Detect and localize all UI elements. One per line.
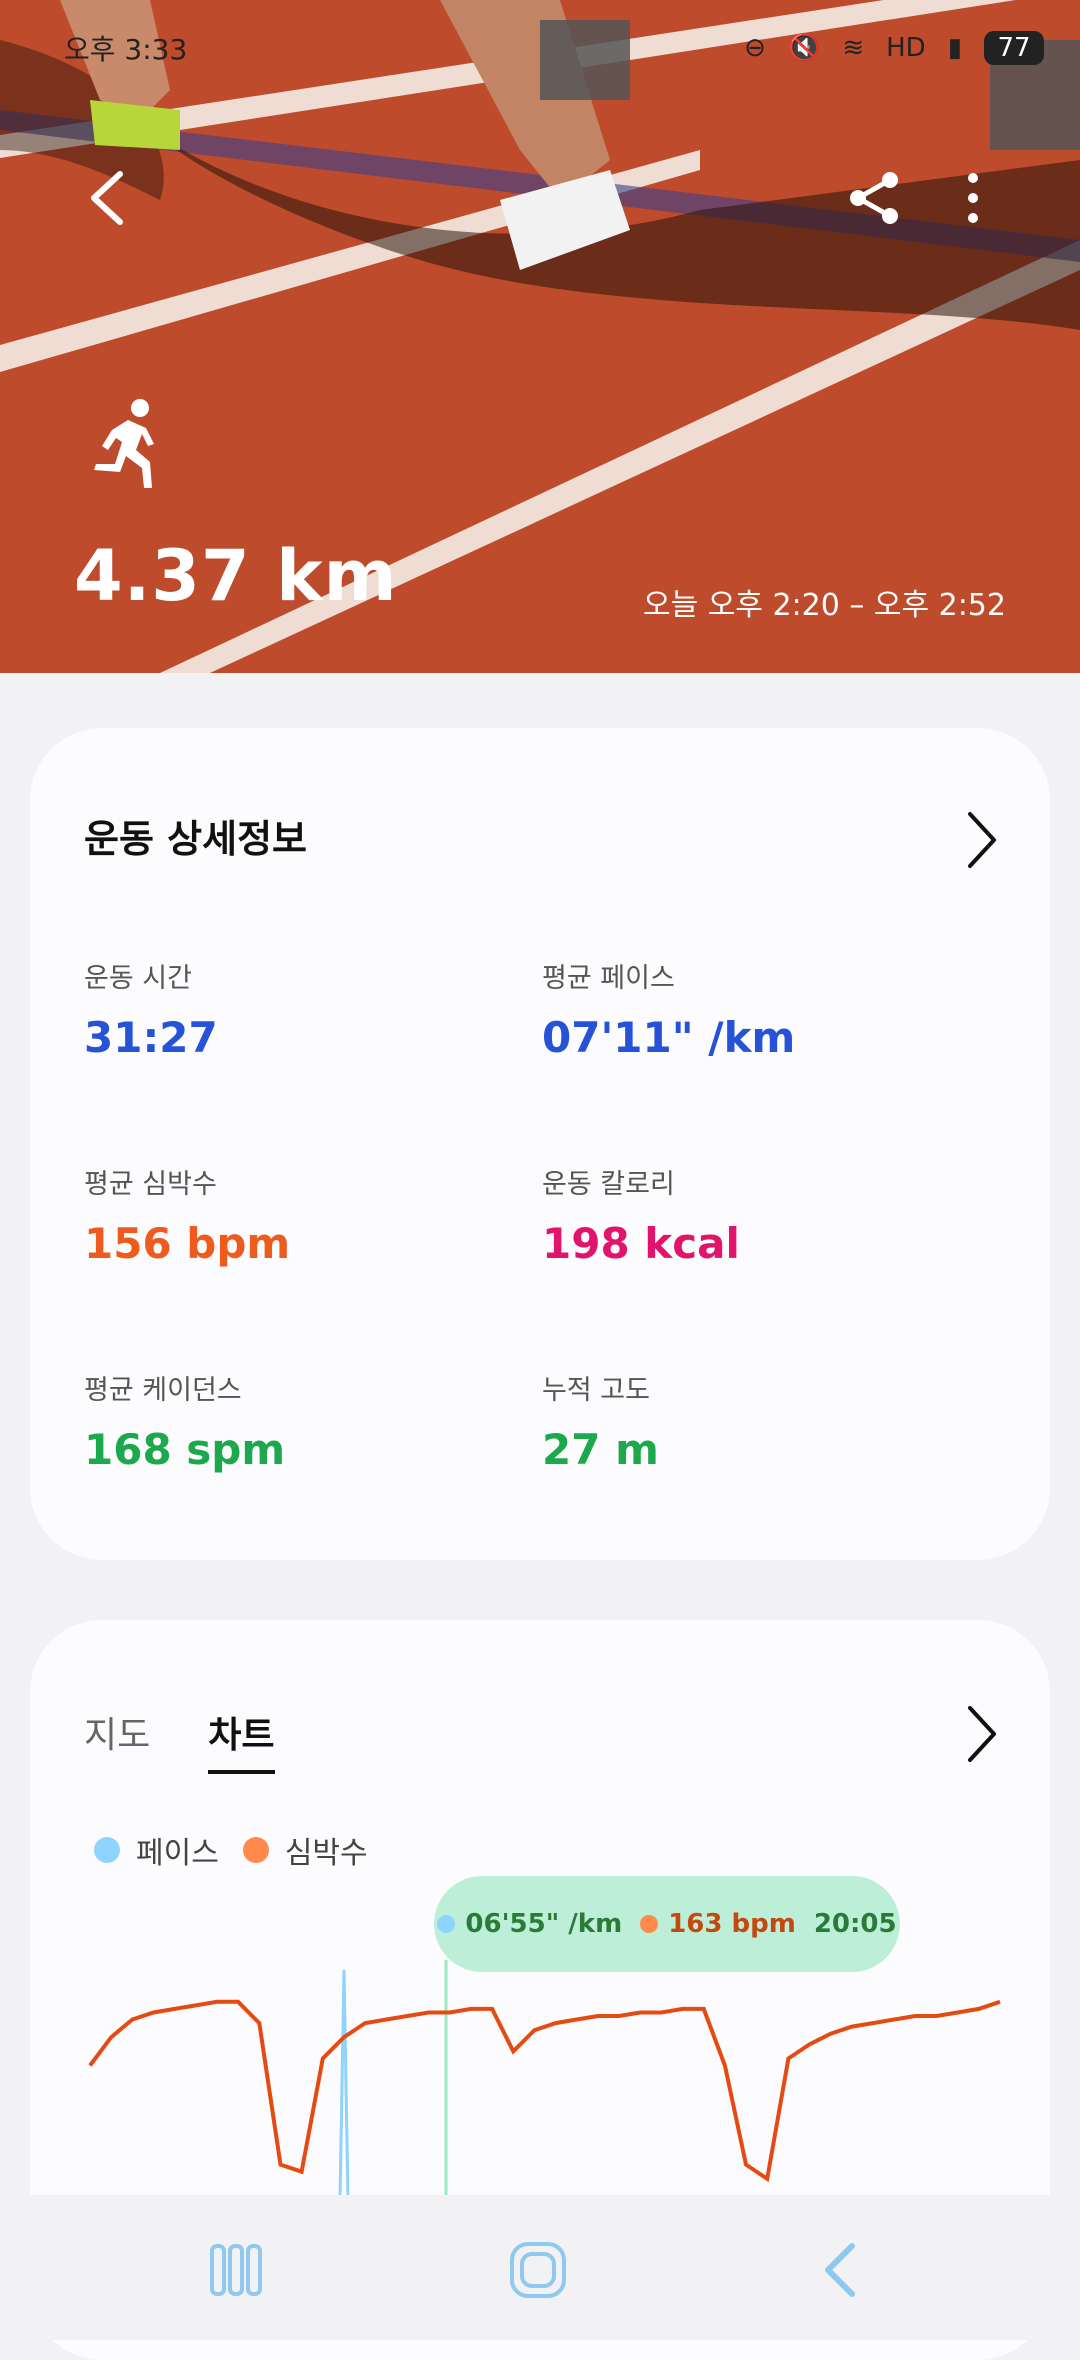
legend-pace: 페이스 <box>94 1828 219 1872</box>
navigation-bar <box>0 2195 1080 2340</box>
pace-series-line <box>338 1969 350 2200</box>
stat-calories: 운동 칼로리 198 kcal <box>542 1162 962 1268</box>
chevron-right-icon[interactable] <box>962 1702 1002 1766</box>
stat-value: 156 bpm <box>84 1219 291 1268</box>
stat-label: 평균 케이던스 <box>84 1375 242 1406</box>
stat-value: 168 spm <box>84 1425 286 1474</box>
signal-icon: ▮ <box>947 33 962 63</box>
back-icon[interactable] <box>812 2240 872 2300</box>
stat-label: 운동 칼로리 <box>542 1169 675 1200</box>
tooltip-time: 20:05 <box>813 1909 897 1939</box>
legend-dot <box>94 1837 120 1863</box>
stat-avg-cadence: 평균 케이던스 168 spm <box>84 1368 504 1474</box>
workout-chart[interactable] <box>30 1960 1050 2200</box>
distance-value: 4.37 km <box>74 535 398 617</box>
tooltip-pace: 06'55" /km <box>437 1909 622 1939</box>
share-icon[interactable] <box>846 170 902 226</box>
view-tabs: 지도 차트 <box>84 1706 275 1774</box>
hero-banner: 오후 3:33 ⊖ 🔇 ≋ HD ▮ 77 4.37 km 오늘 오후 2:20… <box>0 0 1080 673</box>
workout-details-card[interactable]: 운동 상세정보 운동 시간 31:27 평균 페이스 07'11" /km 평균… <box>30 728 1050 1560</box>
tooltip-pace-value: 06'55" /km <box>465 1909 623 1939</box>
tab-map[interactable]: 지도 <box>84 1706 150 1774</box>
details-title: 운동 상세정보 <box>84 817 307 861</box>
mute-icon: 🔇 <box>787 33 821 63</box>
stat-value: 07'11" /km <box>542 1013 796 1062</box>
chevron-right-icon[interactable] <box>962 808 1002 872</box>
home-icon[interactable] <box>508 2240 568 2300</box>
stat-label: 누적 고도 <box>542 1375 650 1406</box>
stat-avg-heart-rate: 평균 심박수 156 bpm <box>84 1162 504 1268</box>
do-not-disturb-icon: ⊖ <box>744 33 766 63</box>
tooltip-hr-value: 163 bpm <box>668 1909 796 1939</box>
stat-label: 운동 시간 <box>84 963 192 994</box>
stat-value: 27 m <box>542 1425 659 1474</box>
status-time: 오후 3:33 <box>64 33 188 66</box>
heart-rate-series-line <box>88 1999 1001 2183</box>
hd-icon: HD <box>886 33 926 63</box>
top-app-bar <box>0 150 1080 240</box>
stat-label: 평균 페이스 <box>542 963 675 994</box>
status-icons: ⊖ 🔇 ≋ HD ▮ 77 <box>744 31 1044 65</box>
chart-tooltip: 06'55" /km 163 bpm 20:05 <box>434 1876 900 1972</box>
tooltip-dot <box>437 1915 456 1933</box>
tab-chart[interactable]: 차트 <box>208 1706 275 1774</box>
status-bar: 오후 3:33 ⊖ 🔇 ≋ HD ▮ 77 <box>64 26 1044 70</box>
back-arrow-icon[interactable] <box>82 168 132 228</box>
chart-legend: 페이스 심박수 <box>94 1828 368 1872</box>
tooltip-heart-rate: 163 bpm <box>640 1909 796 1939</box>
workout-time-range: 오늘 오후 2:20 – 오후 2:52 <box>642 588 1006 623</box>
wifi-icon: ≋ <box>842 33 865 63</box>
recent-apps-icon[interactable] <box>206 2240 266 2300</box>
legend-heart-rate: 심박수 <box>242 1828 368 1872</box>
stat-label: 평균 심박수 <box>84 1169 217 1200</box>
stat-value: 31:27 <box>84 1013 218 1062</box>
stat-exercise-time: 운동 시간 31:27 <box>84 956 504 1062</box>
stat-avg-pace: 평균 페이스 07'11" /km <box>542 956 962 1062</box>
stat-elevation-gain: 누적 고도 27 m <box>542 1368 962 1474</box>
tooltip-dot <box>640 1915 659 1933</box>
more-options-icon[interactable] <box>958 168 988 228</box>
running-icon <box>94 399 154 488</box>
legend-label: 심박수 <box>284 1836 368 1871</box>
battery-icon: 77 <box>984 31 1044 65</box>
legend-dot <box>242 1837 269 1863</box>
stat-value: 198 kcal <box>542 1219 740 1268</box>
legend-label: 페이스 <box>136 1836 219 1871</box>
